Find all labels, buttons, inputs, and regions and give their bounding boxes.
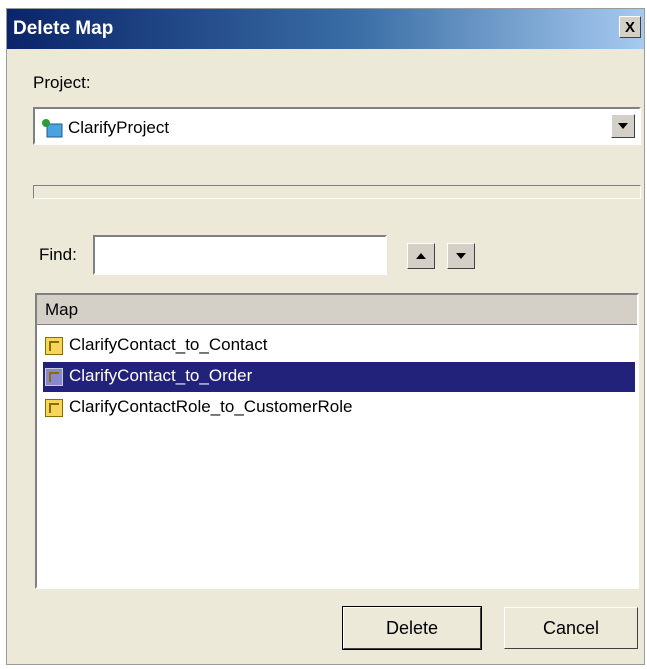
close-button[interactable]: X	[619, 16, 641, 38]
map-list-item-label: ClarifyContact_to_Contact	[69, 335, 268, 354]
progress-bar	[33, 185, 641, 199]
map-icon	[45, 337, 63, 355]
project-dropdown-button[interactable]	[611, 114, 635, 138]
delete-button-label: Delete	[385, 617, 439, 638]
find-label: Find:	[39, 245, 77, 264]
cancel-button[interactable]: Cancel	[504, 607, 638, 649]
map-column-header[interactable]: Map	[37, 295, 637, 325]
map-list-item[interactable]: ClarifyContact_to_Contact	[43, 331, 635, 361]
map-list[interactable]: Map ClarifyContact_to_Contact ClarifyCon…	[35, 293, 639, 589]
project-label: Project:	[33, 73, 91, 92]
project-selected-value: ClarifyProject	[68, 118, 170, 137]
arrow-up-icon	[416, 253, 426, 259]
map-list-item[interactable]: ClarifyContactRole_to_CustomerRole	[43, 393, 635, 423]
delete-button[interactable]: Delete	[342, 606, 482, 650]
map-column-header-label: Map	[45, 300, 79, 319]
project-combobox[interactable]: ClarifyProject	[33, 107, 641, 145]
project-icon	[42, 119, 63, 138]
map-list-item-label: ClarifyContactRole_to_CustomerRole	[69, 397, 353, 416]
map-list-item-label: ClarifyContact_to_Order	[69, 366, 253, 385]
map-list-item-selected[interactable]: ClarifyContact_to_Order	[43, 362, 635, 392]
delete-map-dialog: Delete Map X Project: ClarifyProject Fin…	[6, 8, 645, 665]
map-icon	[45, 368, 63, 386]
dialog-title: Delete Map	[13, 18, 114, 39]
title-bar[interactable]: Delete Map X	[7, 9, 644, 49]
find-next-button[interactable]	[447, 243, 475, 269]
arrow-down-icon	[456, 253, 466, 259]
chevron-down-icon	[618, 123, 628, 129]
find-input[interactable]	[93, 235, 387, 275]
close-icon: X	[624, 18, 635, 36]
map-icon	[45, 399, 63, 417]
cancel-button-label: Cancel	[542, 617, 600, 638]
find-previous-button[interactable]	[407, 243, 435, 269]
